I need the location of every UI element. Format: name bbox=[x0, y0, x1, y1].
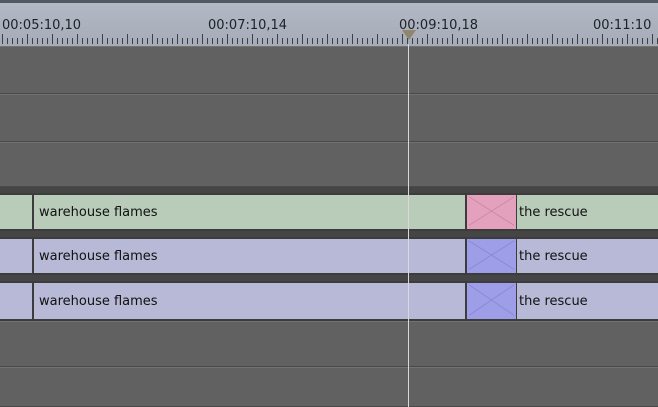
playhead-line[interactable] bbox=[408, 44, 409, 407]
transition-x-icon bbox=[468, 284, 515, 316]
clip-the-rescue[interactable]: the rescue bbox=[517, 281, 658, 321]
video-track[interactable]: warehouse flames the rescue bbox=[0, 193, 658, 231]
empty-track[interactable] bbox=[0, 142, 658, 187]
clip-stub[interactable] bbox=[0, 237, 33, 275]
playhead-marker-icon[interactable] bbox=[402, 30, 416, 40]
transition-x-icon[interactable] bbox=[466, 193, 517, 231]
clip-warehouse-flames[interactable]: warehouse flames bbox=[33, 193, 409, 231]
clip-stub[interactable] bbox=[0, 281, 33, 321]
transition-x-icon[interactable] bbox=[466, 281, 517, 321]
audio-track[interactable]: warehouse flames the rescue bbox=[0, 281, 658, 321]
transition-x-icon bbox=[468, 240, 515, 270]
clip-the-rescue[interactable]: the rescue bbox=[517, 237, 658, 275]
clip-tail[interactable] bbox=[409, 281, 466, 321]
audio-track[interactable]: warehouse flames the rescue bbox=[0, 237, 658, 275]
clip-label: warehouse flames bbox=[39, 293, 158, 309]
timecode-label: 00:07:10,14 bbox=[208, 18, 288, 33]
transition-x-icon bbox=[468, 196, 515, 226]
clip-label: warehouse flames bbox=[39, 204, 158, 220]
timecode-label: 00:05:10,10 bbox=[2, 18, 82, 33]
empty-track[interactable] bbox=[0, 367, 658, 407]
clip-label: warehouse flames bbox=[39, 248, 158, 264]
clip-the-rescue[interactable]: the rescue bbox=[517, 193, 658, 231]
clip-stub[interactable] bbox=[0, 193, 33, 231]
empty-track[interactable] bbox=[0, 321, 658, 367]
clip-label: the rescue bbox=[519, 204, 588, 220]
clip-warehouse-flames[interactable]: warehouse flames bbox=[33, 237, 409, 275]
clip-label: the rescue bbox=[519, 293, 588, 309]
empty-track[interactable] bbox=[0, 46, 658, 94]
clip-warehouse-flames[interactable]: warehouse flames bbox=[33, 281, 409, 321]
timeline-panel: 00:05:10,10 00:07:10,14 00:09:10,18 00:1… bbox=[0, 0, 658, 407]
timecode-label: 00:11:10 bbox=[593, 18, 652, 33]
transition-x-icon[interactable] bbox=[466, 237, 517, 275]
clip-tail[interactable] bbox=[409, 193, 466, 231]
empty-track[interactable] bbox=[0, 94, 658, 142]
ruler-major-ticks bbox=[0, 34, 658, 44]
clip-label: the rescue bbox=[519, 248, 588, 264]
clip-tail[interactable] bbox=[409, 237, 466, 275]
time-ruler[interactable]: 00:05:10,10 00:07:10,14 00:09:10,18 00:1… bbox=[0, 0, 658, 49]
